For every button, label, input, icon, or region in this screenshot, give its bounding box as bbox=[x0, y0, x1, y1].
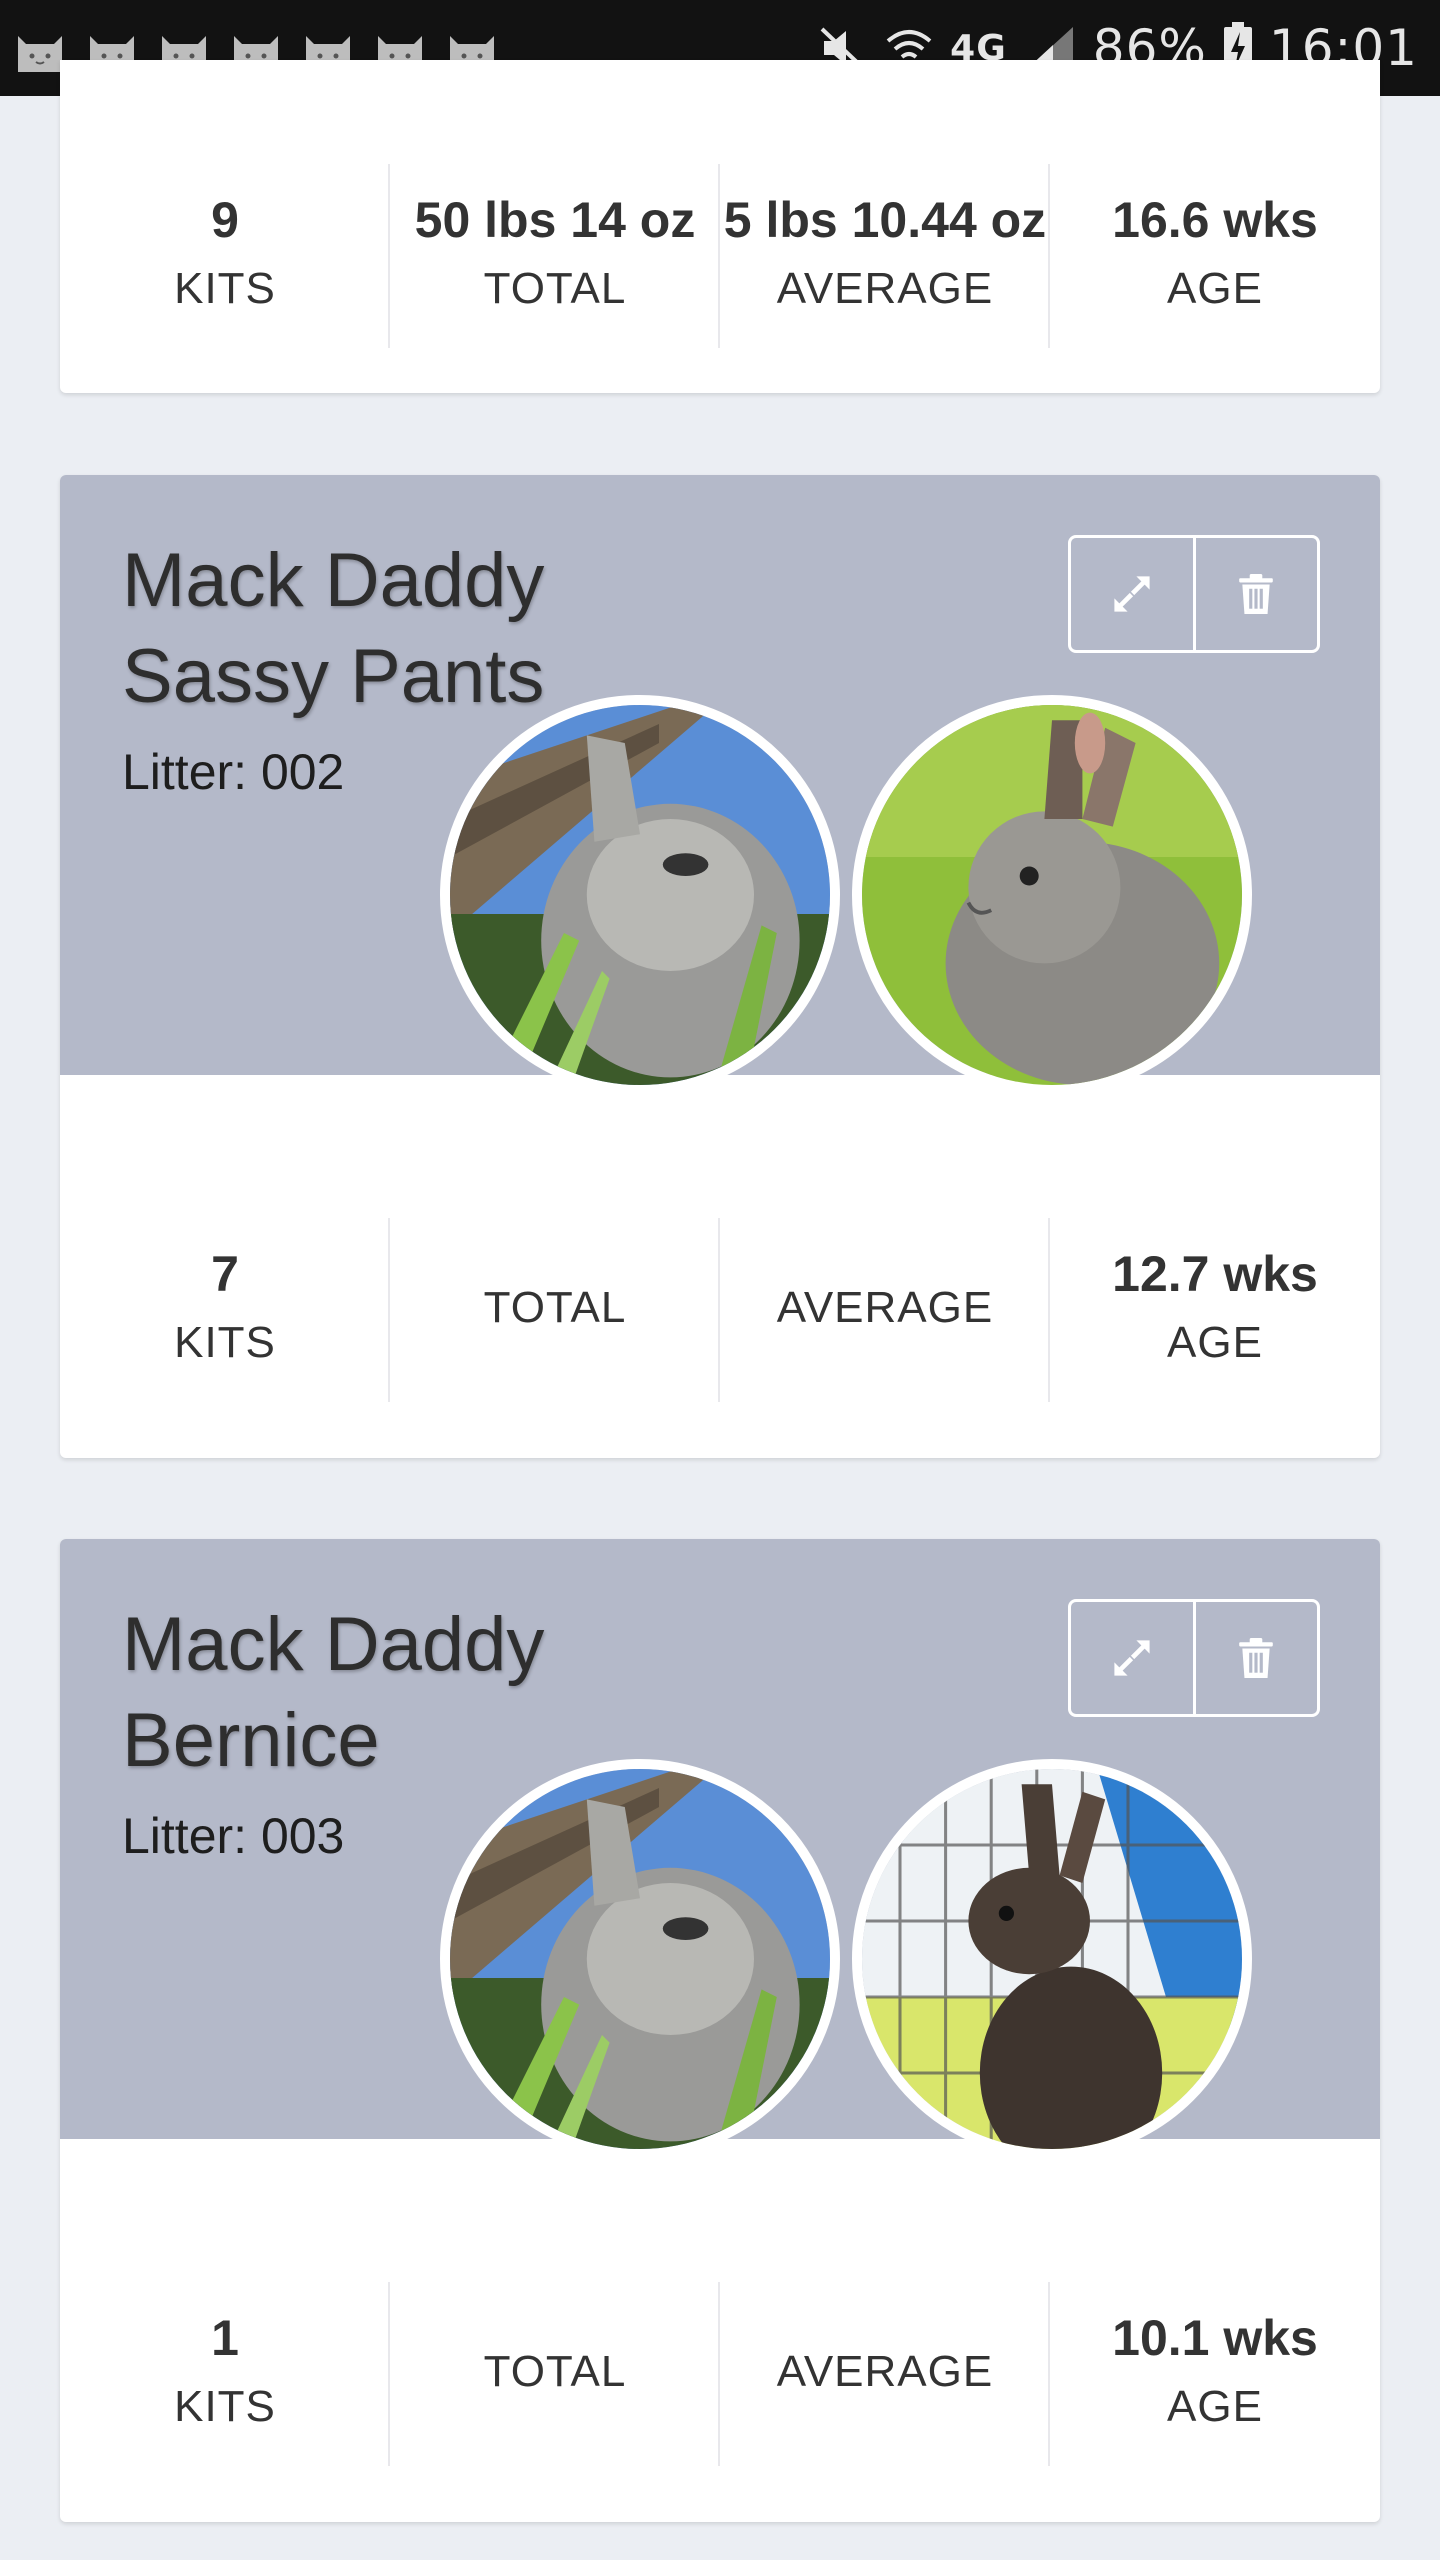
stat-total: TOTAL bbox=[390, 1198, 720, 1418]
stat-kits: 1 KITS bbox=[60, 2262, 390, 2482]
rabbit-photo bbox=[862, 1769, 1242, 2149]
stat-age: 12.7 wks AGE bbox=[1050, 1198, 1380, 1418]
stat-kits: 7 KITS bbox=[60, 1198, 390, 1418]
card-actions bbox=[1068, 535, 1320, 653]
cat-notification-icon bbox=[14, 26, 66, 74]
litter-number: Litter: 003 bbox=[122, 1808, 345, 1864]
litter-card-header: Mack Daddy Bernice Litter: 003 bbox=[60, 1539, 1380, 2159]
stat-value: 7 bbox=[211, 1246, 239, 1302]
dam-avatar[interactable] bbox=[852, 1759, 1252, 2159]
stat-label: TOTAL bbox=[483, 264, 627, 313]
litter-stats: 9 KITS 50 lbs 14 oz TOTAL 5 lbs 10.44 oz… bbox=[60, 144, 1380, 364]
stat-label: AVERAGE bbox=[776, 264, 994, 313]
litter-card[interactable]: Mack Daddy Sassy Pants Litter: 002 7 KIT… bbox=[60, 475, 1380, 1458]
sire-avatar[interactable] bbox=[440, 1759, 840, 2159]
litter-card-header: Mack Daddy Sassy Pants Litter: 002 bbox=[60, 475, 1380, 1095]
stat-label: AGE bbox=[1167, 264, 1263, 313]
card-actions bbox=[1068, 1599, 1320, 1717]
dam-name: Sassy Pants bbox=[122, 634, 545, 719]
stat-value: 1 bbox=[211, 2310, 239, 2366]
stat-age: 16.6 wks AGE bbox=[1050, 144, 1380, 364]
stat-label: KITS bbox=[174, 264, 276, 313]
stat-label: AVERAGE bbox=[776, 2347, 994, 2396]
pair-names: Mack Daddy Bernice bbox=[122, 1597, 544, 1789]
stat-label: TOTAL bbox=[483, 1283, 627, 1332]
litter-card[interactable]: Mack Daddy Bernice Litter: 003 1 KITS TO… bbox=[60, 1539, 1380, 2522]
stat-total: TOTAL bbox=[390, 2262, 720, 2482]
stat-label: AGE bbox=[1167, 2382, 1263, 2431]
stat-average: AVERAGE bbox=[720, 2262, 1050, 2482]
expand-icon bbox=[1110, 572, 1154, 616]
stat-label: AGE bbox=[1167, 1318, 1263, 1367]
sire-name: Mack Daddy bbox=[122, 1602, 545, 1687]
rabbit-photo bbox=[450, 705, 830, 1085]
stat-label: AVERAGE bbox=[776, 1283, 994, 1332]
trash-icon bbox=[1237, 573, 1275, 615]
expand-button[interactable] bbox=[1071, 538, 1193, 650]
stat-kits: 9 KITS bbox=[60, 144, 390, 364]
delete-button[interactable] bbox=[1192, 1602, 1318, 1714]
stat-average: AVERAGE bbox=[720, 1198, 1050, 1418]
stat-value: 12.7 wks bbox=[1112, 1246, 1318, 1302]
litter-stats: 7 KITS TOTAL AVERAGE 12.7 wks AGE bbox=[60, 1198, 1380, 1418]
stat-age: 10.1 wks AGE bbox=[1050, 2262, 1380, 2482]
stat-value: 50 lbs 14 oz bbox=[414, 192, 696, 248]
litter-number: Litter: 002 bbox=[122, 744, 345, 800]
dam-avatar[interactable] bbox=[852, 695, 1252, 1095]
stat-value: 9 bbox=[211, 192, 239, 248]
stat-label: TOTAL bbox=[483, 2347, 627, 2396]
litter-card[interactable]: 9 KITS 50 lbs 14 oz TOTAL 5 lbs 10.44 oz… bbox=[60, 60, 1380, 393]
expand-button[interactable] bbox=[1071, 1602, 1193, 1714]
stat-average: 5 lbs 10.44 oz AVERAGE bbox=[720, 144, 1050, 364]
stat-total: 50 lbs 14 oz TOTAL bbox=[390, 144, 720, 364]
stat-value: 16.6 wks bbox=[1112, 192, 1318, 248]
stat-value: 10.1 wks bbox=[1112, 2310, 1318, 2366]
sire-name: Mack Daddy bbox=[122, 538, 545, 623]
dam-name: Bernice bbox=[122, 1698, 380, 1783]
rabbit-photo bbox=[862, 705, 1242, 1085]
stat-value: 5 lbs 10.44 oz bbox=[723, 192, 1047, 248]
trash-icon bbox=[1237, 1637, 1275, 1679]
rabbit-photo bbox=[450, 1769, 830, 2149]
pair-names: Mack Daddy Sassy Pants bbox=[122, 533, 544, 725]
sire-avatar[interactable] bbox=[440, 695, 840, 1095]
litter-stats: 1 KITS TOTAL AVERAGE 10.1 wks AGE bbox=[60, 2262, 1380, 2482]
expand-icon bbox=[1110, 1636, 1154, 1680]
stat-label: KITS bbox=[174, 1318, 276, 1367]
stat-label: KITS bbox=[174, 2382, 276, 2431]
delete-button[interactable] bbox=[1192, 538, 1318, 650]
